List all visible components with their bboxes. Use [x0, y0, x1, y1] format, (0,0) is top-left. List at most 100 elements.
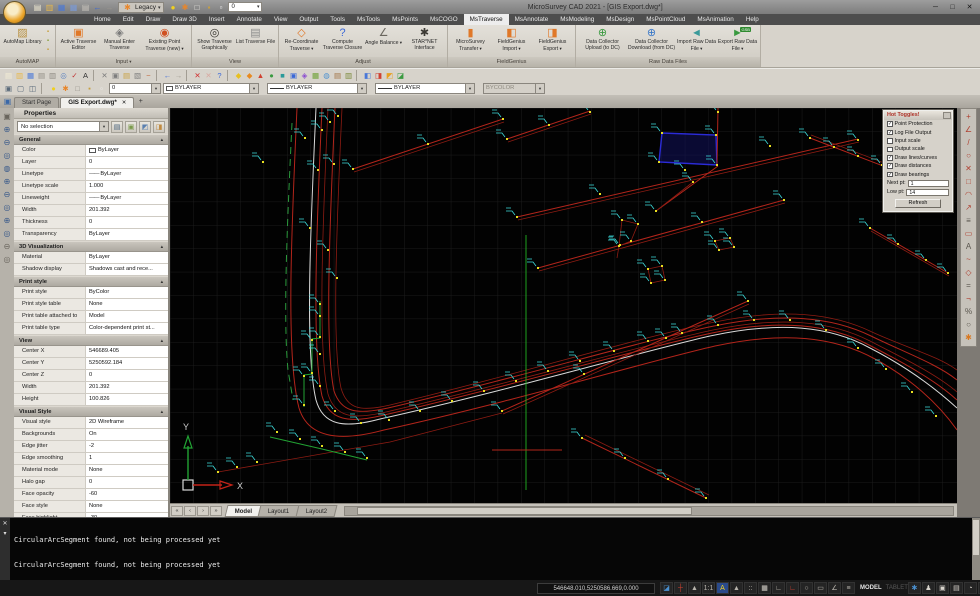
tab-msdesign[interactable]: MsDesign — [600, 14, 640, 25]
grid-icon[interactable]: ▦ — [758, 582, 771, 594]
pan-icon[interactable]: ▣ — [2, 111, 13, 122]
draw-line-icon[interactable]: / — [963, 137, 975, 149]
print-icon[interactable]: ▤ — [36, 70, 47, 81]
zoom-prev-icon[interactable]: ⊕ — [2, 176, 13, 187]
ortho-icon[interactable]: ∟ — [772, 582, 785, 594]
low-pt-input[interactable]: 14 — [906, 189, 949, 196]
group-label-input[interactable]: Input — [56, 57, 191, 67]
crosshair-icon[interactable]: ┼ — [674, 582, 687, 594]
selection-filter-select[interactable]: No selection — [17, 121, 109, 132]
microsurvey-logo-icon[interactable] — [3, 1, 26, 24]
compute-traverse-closure-button[interactable]: ? Compute Traverse Closure — [322, 26, 363, 57]
command-menu-icon[interactable]: ▾ — [1, 530, 9, 538]
automap-opt3-icon[interactable]: ▪ — [44, 46, 52, 54]
group-label-adjust[interactable]: Adjust — [279, 57, 447, 67]
entity-snap-icon[interactable]: ▲ — [730, 582, 743, 594]
hot-toggles-menu-button[interactable] — [943, 112, 951, 119]
layer-freeze-icon[interactable]: □ — [72, 83, 83, 94]
tab-msanimation[interactable]: MsAnimation — [691, 14, 739, 25]
save-all-icon[interactable]: ▦ — [68, 2, 79, 13]
dyn-ucs-icon[interactable]: ◪ — [660, 582, 673, 594]
paste-icon[interactable]: ▤ — [121, 70, 132, 81]
workspace-dropdown[interactable]: ✱ Legacy — [118, 2, 164, 13]
layer-color-icon[interactable]: ▫ — [96, 83, 107, 94]
import-raw-data-file-button[interactable]: ◄ Import Raw Data File — [676, 26, 717, 57]
zoom-dynamic-icon[interactable]: ⊕ — [2, 215, 13, 226]
linetype-combo[interactable]: BYLAYER — [267, 83, 367, 94]
export-raw-data-file-button[interactable]: ►GSB Export Raw Data File — [717, 26, 758, 57]
scrollbar-thumb[interactable] — [357, 507, 691, 515]
pickadd-icon[interactable]: ◨ — [153, 121, 165, 133]
browser1-icon[interactable]: ◧ — [362, 70, 373, 81]
tablet-toggle[interactable]: TABLET — [886, 585, 908, 591]
section-general[interactable]: General — [14, 134, 168, 145]
polygon-icon[interactable]: ◇ — [963, 267, 975, 279]
tab-msmodeling[interactable]: MsModeling — [554, 14, 600, 25]
draw-rect-icon[interactable]: □ — [963, 176, 975, 188]
select2-icon[interactable]: ▢ — [15, 83, 26, 94]
browser2-icon[interactable]: ◨ — [373, 70, 384, 81]
list-traverse-file-button[interactable]: ▤ List Traverse File — [235, 26, 276, 57]
draw-angle-icon[interactable]: ∠ — [963, 124, 975, 136]
view-back-icon[interactable]: ⊖ — [2, 241, 13, 252]
group-label-automap[interactable]: AutoMAP — [0, 57, 55, 67]
draw-lines-curves-checkbox[interactable] — [887, 155, 893, 161]
draw-point-icon[interactable]: + — [963, 111, 975, 123]
draw-circle-icon[interactable]: ○ — [963, 150, 975, 162]
lineweight-combo[interactable]: BYLAYER — [375, 83, 475, 94]
otrack-icon[interactable]: ○ — [800, 582, 813, 594]
fieldgenius-import-button[interactable]: ◧ FieldGenius Import — [491, 26, 532, 57]
layers-icon[interactable]: ▤ — [950, 582, 963, 594]
delete-icon[interactable]: ✕ — [192, 70, 203, 81]
show-traverse-graphically-button[interactable]: ◎ Show Traverse Graphically — [194, 26, 235, 57]
tab-draw[interactable]: Draw — [140, 14, 167, 25]
settings-gear-icon[interactable]: ✱ — [908, 582, 921, 594]
tab-help[interactable]: Help — [740, 14, 765, 25]
zoom-all-icon[interactable]: ◎ — [2, 228, 13, 239]
group-label-fieldgenius[interactable]: FieldGenius — [448, 57, 575, 67]
tool8-icon[interactable]: ▦ — [310, 70, 321, 81]
horizontal-scrollbar[interactable] — [344, 506, 954, 516]
view-fwd-icon[interactable]: ◎ — [2, 254, 13, 265]
open-icon[interactable]: ▥ — [14, 70, 25, 81]
existing-point-traverse-button[interactable]: ◉ Existing Point Traverse (new) — [140, 26, 189, 57]
polar-icon[interactable]: ∟ — [786, 582, 799, 594]
draw-hatch-icon[interactable]: ≡ — [963, 215, 975, 227]
tab-home[interactable]: Home — [88, 14, 117, 25]
select1-icon[interactable]: ▣ — [3, 83, 14, 94]
tab-edit[interactable]: Edit — [117, 14, 140, 25]
tab-mscogo[interactable]: MsCOGO — [424, 14, 464, 25]
command-scrollbar[interactable] — [972, 518, 980, 580]
close-command-icon[interactable]: ✕ — [1, 520, 9, 528]
draw-distances-checkbox[interactable] — [887, 163, 893, 169]
match-props-icon[interactable]: ▧ — [132, 70, 143, 81]
cut-icon[interactable]: ✕ — [99, 70, 110, 81]
starnet-interface-button[interactable]: ✱ STAR*NET Interface — [404, 26, 445, 57]
save-icon[interactable]: ▦ — [56, 2, 67, 13]
plot-icon[interactable]: ▤ — [80, 2, 91, 13]
drawing-viewport[interactable]: Y X Hot Toggles! Point Protection Log Fi… — [170, 108, 957, 503]
layer-lock-icon[interactable]: ▪ — [84, 83, 95, 94]
swatch-icon[interactable]: ▫ — [215, 2, 226, 13]
open-file-icon[interactable]: ▥ — [44, 2, 55, 13]
autosnap-icon[interactable]: A — [716, 582, 729, 594]
trim-icon[interactable]: ¬ — [963, 293, 975, 305]
refresh-button[interactable]: Refresh — [895, 199, 941, 208]
data-collector-upload-button[interactable]: ⊕ Data Collector Upload (to DC) — [578, 26, 627, 57]
section-view[interactable]: View — [14, 335, 168, 346]
tool7-icon[interactable]: ◈ — [299, 70, 310, 81]
first-layout-button[interactable]: « — [171, 506, 183, 516]
close-tab-icon[interactable]: ✕ — [122, 98, 127, 108]
drawing-canvas[interactable]: Y X — [170, 108, 957, 503]
angle-display-icon[interactable]: ∠ — [828, 582, 841, 594]
tab-view[interactable]: View — [268, 14, 294, 25]
text-tool-icon[interactable]: A — [963, 241, 975, 253]
redo-icon[interactable]: → — [104, 2, 115, 13]
tool2-icon[interactable]: ◆ — [244, 70, 255, 81]
layer-gear-icon[interactable]: ✱ — [60, 83, 71, 94]
group-label-view[interactable]: View — [192, 57, 278, 67]
measure-icon[interactable]: % — [963, 306, 975, 318]
new-tab-button[interactable]: + — [135, 97, 146, 108]
circle2-icon[interactable]: ○ — [963, 319, 975, 331]
user-icon[interactable]: ♟ — [922, 582, 935, 594]
